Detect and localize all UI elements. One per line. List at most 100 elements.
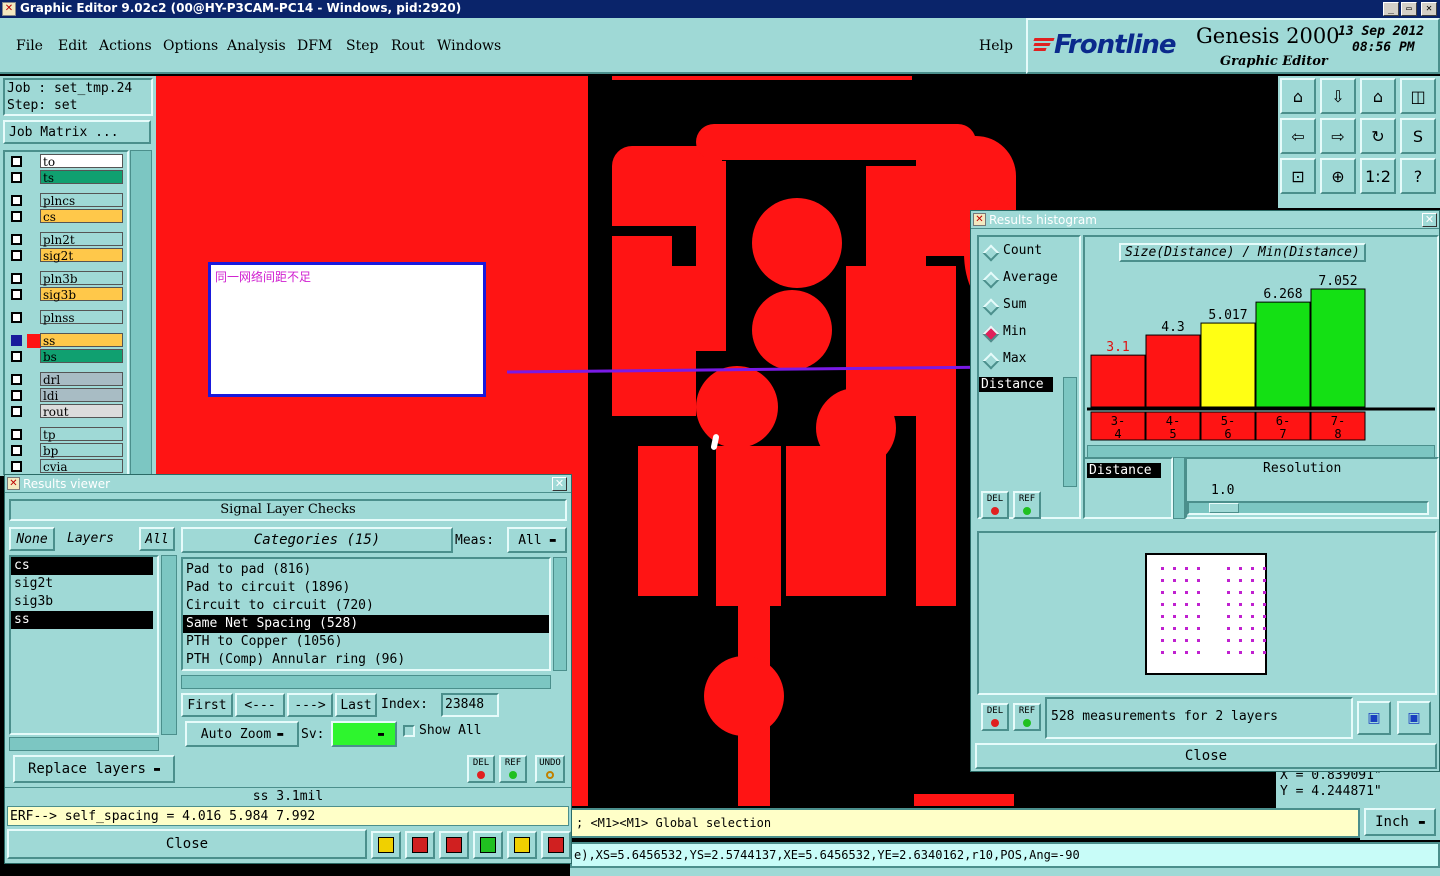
preview-ref-button[interactable]: REF: [1013, 703, 1041, 731]
histogram-bar[interactable]: [1310, 288, 1366, 408]
histogram-close-button[interactable]: Close: [975, 743, 1437, 769]
result-layer-item[interactable]: cs: [11, 557, 153, 575]
layer-row-sig2t[interactable]: sig2t: [5, 248, 127, 264]
maximize-button[interactable]: ▭: [1401, 2, 1417, 16]
histogram-bar[interactable]: [1145, 334, 1201, 408]
layer-checkbox[interactable]: [11, 250, 22, 261]
layer-row-bp[interactable]: bp: [5, 443, 127, 459]
layer-checkbox[interactable]: [11, 390, 22, 401]
layer-checkbox[interactable]: [11, 273, 22, 284]
next-button[interactable]: --->: [287, 693, 333, 717]
pan-down-button[interactable]: ⇩: [1320, 78, 1356, 114]
category-item[interactable]: Pad to pad (816): [183, 561, 549, 579]
menu-step[interactable]: Step: [346, 38, 378, 54]
slider-thumb[interactable]: [1209, 503, 1239, 513]
layer-row-to[interactable]: to: [5, 154, 127, 170]
layer-row-cvia[interactable]: cvia: [5, 459, 127, 475]
home-view-button[interactable]: ⌂: [1280, 78, 1316, 114]
category-item[interactable]: Circuit to circuit (720): [183, 597, 549, 615]
help-button[interactable]: ?: [1400, 158, 1436, 194]
layer-checkbox[interactable]: [11, 195, 22, 206]
layer-row-sig3b[interactable]: sig3b: [5, 287, 127, 303]
result-layer-item[interactable]: sig2t: [11, 575, 153, 593]
redraw-button[interactable]: ↻: [1360, 118, 1396, 154]
all-layers-button[interactable]: All: [139, 527, 175, 551]
layer-checkbox[interactable]: [11, 172, 22, 183]
layer-checkbox[interactable]: [11, 445, 22, 456]
result-layer-item[interactable]: ss: [11, 611, 153, 629]
zoom-all-results-button[interactable]: ▣: [1397, 701, 1431, 735]
layer-row-rout[interactable]: rout: [5, 404, 127, 420]
menu-edit[interactable]: Edit: [58, 38, 87, 54]
layer-checkbox[interactable]: [11, 335, 22, 346]
field-item[interactable]: Distance: [979, 377, 1053, 392]
result-layer-list[interactable]: cs sig2t sig3b ss: [9, 555, 159, 735]
layer-row-bs[interactable]: bs: [5, 349, 127, 365]
unit-selector[interactable]: Inch ▬: [1364, 808, 1436, 836]
auto-zoom-button[interactable]: Auto Zoom ▬: [185, 721, 299, 747]
category-item[interactable]: PTH to Copper (1056): [183, 633, 549, 651]
category-item[interactable]: Same Net Spacing (528): [183, 615, 549, 633]
results-viewer-close-button[interactable]: Close: [7, 829, 367, 859]
histogram-bar[interactable]: [1090, 354, 1146, 408]
zoom-home-button[interactable]: ⌂: [1360, 78, 1396, 114]
layer-row-pln3b[interactable]: pln3b: [5, 271, 127, 287]
category-list[interactable]: Pad to pad (816) Pad to circuit (1896) Cir…: [181, 557, 551, 671]
menu-help[interactable]: Help: [979, 38, 1013, 54]
size-field-box[interactable]: Distance: [1083, 457, 1173, 519]
hist-ref-button[interactable]: REF: [1013, 491, 1041, 519]
menu-rout[interactable]: Rout: [391, 38, 425, 54]
layer-row-pln2t[interactable]: pln2t: [5, 232, 127, 248]
hist-del-button[interactable]: DEL: [981, 491, 1009, 519]
layer-checkbox[interactable]: [11, 234, 22, 245]
annotation-note[interactable]: 同一网络间距不足: [208, 262, 486, 397]
resolution-slider[interactable]: [1187, 501, 1429, 515]
report-tool-button[interactable]: [405, 831, 435, 859]
highlight-tool-button[interactable]: [371, 831, 401, 859]
histogram-bar[interactable]: [1255, 301, 1311, 408]
pan-right-button[interactable]: ⇨: [1320, 118, 1356, 154]
split-view-button[interactable]: ◫: [1400, 78, 1436, 114]
layer-checkbox[interactable]: [11, 406, 22, 417]
histogram-bar[interactable]: [1200, 322, 1256, 408]
menu-dfm[interactable]: DFM: [297, 38, 332, 54]
field-list-scrollbar[interactable]: [1063, 377, 1077, 487]
mode-radio-average[interactable]: [982, 271, 1000, 289]
category-scrollbar[interactable]: [553, 557, 567, 671]
result-layer-item[interactable]: sig3b: [11, 593, 153, 611]
fit-all-button[interactable]: ⊡: [1280, 158, 1316, 194]
mode-radio-min[interactable]: [982, 325, 1000, 343]
menu-windows[interactable]: Windows: [437, 38, 501, 54]
last-button[interactable]: Last: [335, 693, 377, 717]
zoom-center-button[interactable]: ⊕: [1320, 158, 1356, 194]
none-button[interactable]: None: [9, 527, 55, 551]
histogram-close-icon[interactable]: ✕: [1422, 213, 1437, 227]
layer-row-ldi[interactable]: ldi: [5, 388, 127, 404]
undo-button[interactable]: UNDO: [535, 755, 565, 783]
menu-file[interactable]: File: [16, 38, 43, 54]
layer-checkbox[interactable]: [11, 289, 22, 300]
layer-checkbox[interactable]: [11, 211, 22, 222]
layer-checkbox[interactable]: [11, 374, 22, 385]
prev-button[interactable]: <---: [235, 693, 285, 717]
show-all-checkbox[interactable]: [403, 725, 415, 737]
layer-row-plncs[interactable]: plncs: [5, 193, 127, 209]
del-button[interactable]: DEL: [467, 755, 495, 783]
layer-list-scrollbar[interactable]: [130, 150, 152, 476]
category-hscroll[interactable]: [181, 675, 551, 689]
histogram-titlebar[interactable]: ✕ Results histogram ✕: [971, 211, 1439, 229]
snap-button[interactable]: S: [1400, 118, 1436, 154]
layer-checkbox[interactable]: [11, 461, 22, 472]
first-button[interactable]: First: [181, 693, 233, 717]
preview-del-button[interactable]: DEL: [981, 703, 1009, 731]
results-viewer-close-icon[interactable]: ✕: [552, 477, 567, 491]
zoom-to-result-button[interactable]: ▣: [1357, 701, 1391, 735]
layer-row-drl[interactable]: drl: [5, 372, 127, 388]
layer-row-plnss[interactable]: plnss: [5, 310, 127, 326]
result-layer-scrollbar[interactable]: [161, 555, 177, 735]
minimize-button[interactable]: _: [1383, 2, 1399, 16]
preview-map[interactable]: [1145, 553, 1267, 675]
layer-row-cs[interactable]: cs: [5, 209, 127, 225]
index-input[interactable]: 23848: [441, 693, 499, 717]
erase-tool-button[interactable]: [439, 831, 469, 859]
